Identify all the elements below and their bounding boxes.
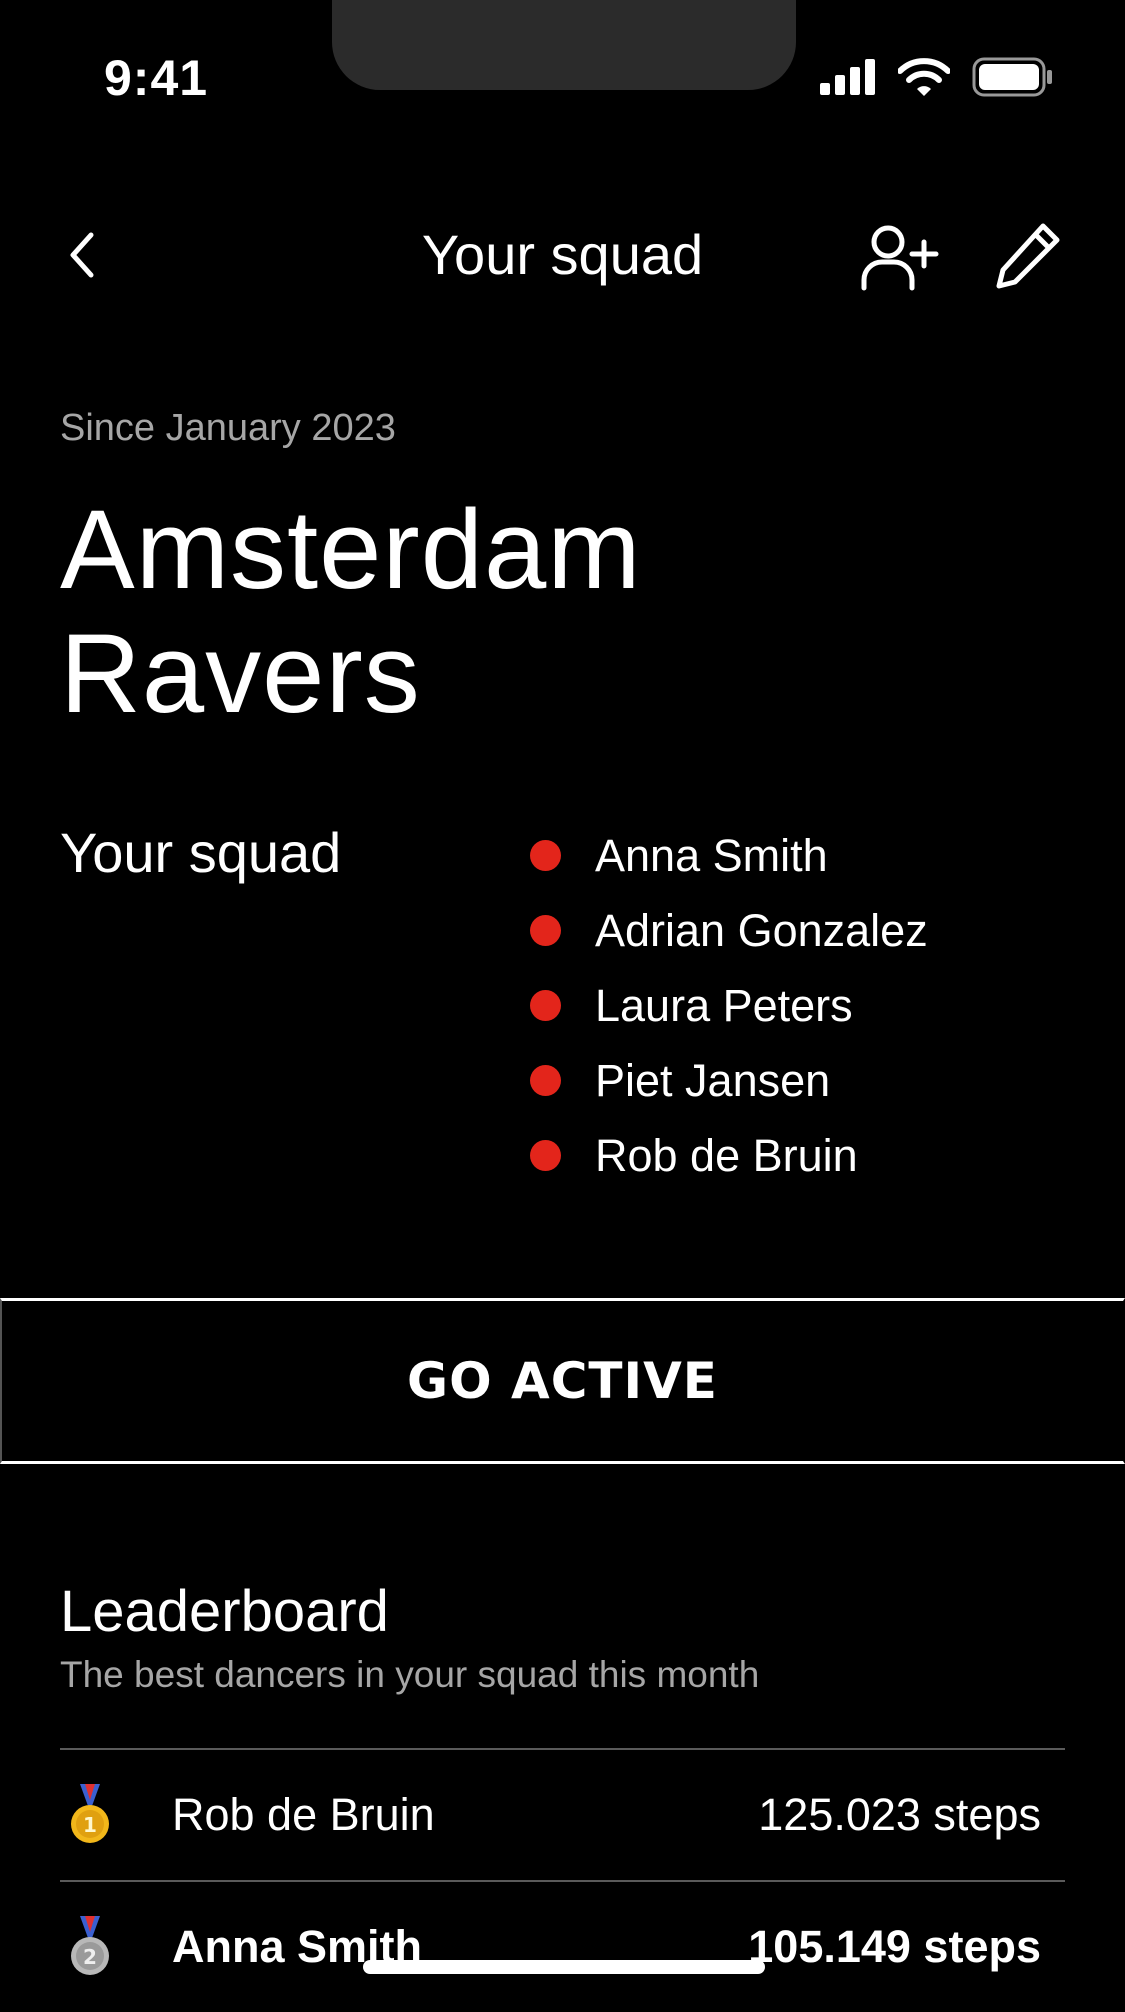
member-name: Adrian Gonzalez (595, 905, 928, 956)
member-name: Laura Peters (595, 980, 853, 1031)
home-indicator[interactable] (363, 1960, 765, 1974)
leaderboard-steps: 105.149 steps (748, 1921, 1041, 1972)
member-list: Anna Smith Adrian Gonzalez Laura Peters … (530, 818, 928, 1193)
leaderboard-row[interactable]: 2 Anna Smith 105.149 steps (60, 1880, 1065, 2012)
status-time: 9:41 (104, 50, 209, 106)
leaderboard-steps: 125.023 steps (758, 1789, 1041, 1840)
go-active-button[interactable]: GO ACTIVE (0, 1298, 1125, 1464)
status-dot (530, 990, 561, 1021)
battery-icon (972, 57, 1052, 97)
edit-squad-button[interactable] (988, 215, 1068, 295)
signal-icon (820, 59, 875, 95)
status-dot (530, 1065, 561, 1096)
silver-medal-icon: 2 (60, 1916, 120, 1978)
pencil-icon (996, 223, 1060, 289)
svg-text:1: 1 (83, 1813, 97, 1837)
squad-name: Amsterdam Ravers (60, 487, 642, 736)
add-member-button[interactable] (855, 218, 945, 298)
member-name: Rob de Bruin (595, 1130, 858, 1181)
status-dot (530, 840, 561, 871)
member-item: Laura Peters (530, 968, 928, 1043)
leaderboard-subtitle: The best dancers in your squad this mont… (60, 1654, 760, 1695)
leaderboard-title: Leaderboard (60, 1579, 389, 1644)
device-notch (332, 0, 796, 90)
member-item: Piet Jansen (530, 1043, 928, 1118)
member-name: Anna Smith (595, 830, 828, 881)
leaderboard-name: Rob de Bruin (172, 1789, 435, 1840)
svg-text:2: 2 (83, 1945, 97, 1969)
squad-since-date: Since January 2023 (60, 407, 396, 449)
members-label: Your squad (60, 821, 342, 884)
member-name: Piet Jansen (595, 1055, 831, 1106)
status-dot (530, 915, 561, 946)
page-title: Your squad (421, 223, 704, 286)
gold-medal-icon: 1 (60, 1784, 120, 1846)
status-icons (820, 52, 1054, 102)
member-item: Adrian Gonzalez (530, 893, 928, 968)
wifi-icon (898, 58, 950, 96)
member-item: Rob de Bruin (530, 1118, 928, 1193)
member-item: Anna Smith (530, 818, 928, 893)
user-plus-icon (861, 225, 939, 291)
leaderboard-row[interactable]: 1 Rob de Bruin 125.023 steps (60, 1748, 1065, 1880)
status-dot (530, 1140, 561, 1171)
